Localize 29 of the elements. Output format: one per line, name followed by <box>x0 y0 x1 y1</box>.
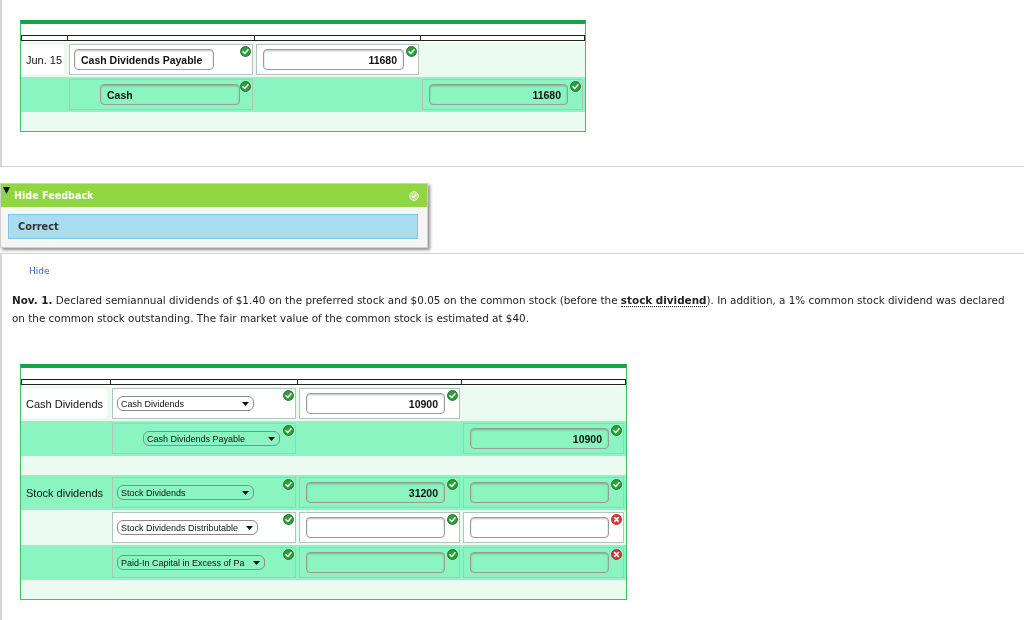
amount-field[interactable]: 10900 <box>306 393 445 414</box>
amount-field[interactable]: 10900 <box>470 428 609 449</box>
account-field[interactable]: Cash Dividends Payable <box>74 49 214 70</box>
amount-field[interactable] <box>306 552 445 573</box>
row-label: Stock dividends <box>25 485 105 501</box>
hide-link[interactable]: Hide <box>29 266 50 276</box>
amount-field[interactable]: 11680 <box>263 49 404 70</box>
account-field[interactable]: Cash <box>100 84 240 105</box>
row-label: Jun. 15 <box>22 45 64 74</box>
amount-field[interactable] <box>306 517 445 538</box>
account-dropdown[interactable]: Cash Dividends Payable <box>143 431 280 446</box>
amount-field[interactable]: 11680 <box>429 84 568 105</box>
amount-field[interactable] <box>470 482 609 503</box>
feedback-message: Correct <box>8 214 418 239</box>
account-dropdown[interactable]: Paid-In Capital in Excess of Pa <box>117 555 265 570</box>
account-dropdown[interactable]: Stock Dividends <box>117 485 254 500</box>
amount-field[interactable] <box>470 552 609 573</box>
amount-field[interactable]: 31200 <box>306 482 445 503</box>
caret-icon <box>252 560 260 565</box>
account-dropdown[interactable]: Cash Dividends <box>117 396 254 411</box>
account-dropdown[interactable]: Stock Dividends Distributable <box>117 520 259 535</box>
glossary-link[interactable]: stock dividend <box>620 294 707 307</box>
caret-icon <box>246 525 254 530</box>
caret-icon <box>242 401 249 406</box>
caret-icon <box>242 490 249 495</box>
question-text: Nov. 1. Declared semiannual dividends of $1.40 on the preferred stock and $0.05 on the common stock (before the stock dividend). In addition, a 1% common stock dividend was declared on the common stock outstanding. The fair market value of the common stock is estimated at $40. <box>12 293 1006 326</box>
caret-icon <box>268 436 275 441</box>
amount-field[interactable] <box>470 517 609 538</box>
row-label: Cash Dividends <box>22 389 107 418</box>
